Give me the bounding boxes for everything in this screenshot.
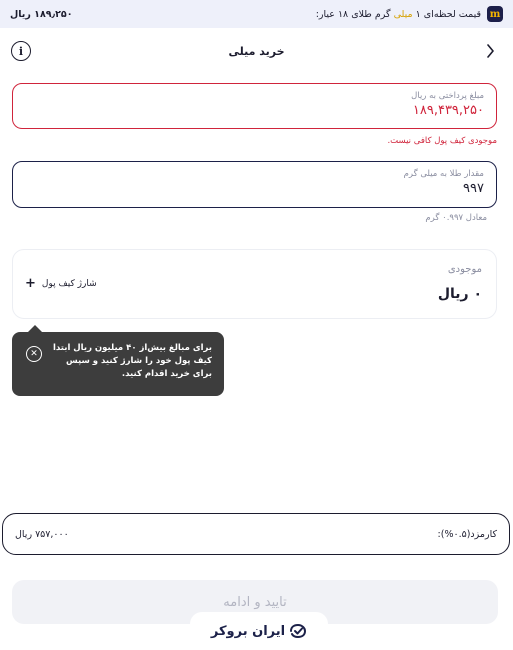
payment-amount-input[interactable]: ۱۸۹,۴۳۹,۲۵۰: [25, 103, 484, 118]
payment-amount-field[interactable]: مبلغ پرداختی به ریال ۱۸۹,۴۳۹,۲۵۰: [12, 83, 497, 129]
wallet-balance-card: موجودی ۰ ریال شارژ کیف پول +: [12, 249, 497, 319]
brand-name: ایران بروکر: [210, 623, 286, 639]
price-value: ۱۸۹٫۲۵۰ ریال: [10, 8, 73, 20]
page-title: خرید میلی: [228, 44, 285, 58]
brand-check-icon: [290, 623, 307, 639]
charge-wallet-label: شارژ کیف پول: [41, 278, 97, 289]
top-price-bar: m قیمت لحظه‌ای ۱ میلی گرم طلای ۱۸ عیار: …: [0, 0, 513, 28]
price-caption: قیمت لحظه‌ای ۱ میلی گرم طلای ۱۸ عیار:: [315, 8, 481, 20]
fee-summary: کارمزد(۰.۵%): ۷۵۷,۰۰۰ ریال: [2, 513, 510, 555]
fee-label: کارمزد(۰.۵%):: [437, 528, 497, 540]
charge-hint-tooltip: ✕ برای مبالغ بیش‌از ۴۰ میلیون ریال ابتدا…: [12, 325, 224, 396]
insufficient-balance-error: موجودی کیف پول کافی نیست.: [387, 136, 497, 146]
price-unit-highlight: میلی: [393, 8, 413, 20]
plus-icon: +: [25, 276, 36, 291]
fee-value: ۷۵۷,۰۰۰ ریال: [15, 528, 69, 540]
page-header: خرید میلی i: [0, 36, 513, 66]
gold-amount-field[interactable]: مقدار طلا به میلی گرم ۹۹۷: [12, 161, 497, 208]
balance-label: موجودی: [447, 264, 482, 275]
payment-amount-label: مبلغ پرداختی به ریال: [411, 91, 484, 101]
live-price: m قیمت لحظه‌ای ۱ میلی گرم طلای ۱۸ عیار:: [316, 6, 503, 22]
brand-footer: ایران بروکر: [190, 612, 328, 650]
charge-wallet-button[interactable]: شارژ کیف پول +: [25, 276, 97, 291]
gold-amount-input[interactable]: ۹۹۷: [25, 181, 484, 196]
balance-value: ۰ ریال: [437, 286, 482, 302]
tooltip-text: برای مبالغ بیش‌از ۴۰ میلیون ریال ابتدا ک…: [52, 343, 212, 379]
gold-equivalent-grams: معادل ۰.۹۹۷ گرم: [425, 213, 487, 223]
gold-amount-label: مقدار طلا به میلی گرم: [403, 169, 484, 179]
close-icon[interactable]: ✕: [26, 346, 42, 362]
info-icon[interactable]: i: [11, 41, 31, 61]
app-logo-icon: m: [487, 6, 503, 22]
back-chevron-icon[interactable]: [481, 42, 499, 60]
